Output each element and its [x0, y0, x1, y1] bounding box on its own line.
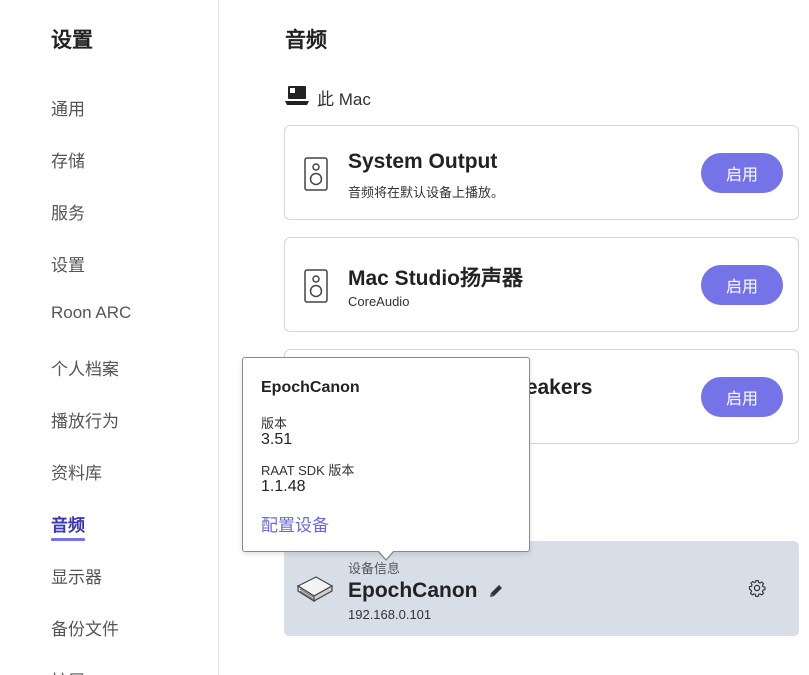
speaker-icon: [304, 157, 328, 196]
device-ip: 192.168.0.101: [348, 607, 432, 622]
enable-button[interactable]: 启用: [701, 265, 783, 305]
configure-device-link[interactable]: 配置设备: [261, 511, 329, 536]
active-tab-underline: [51, 538, 85, 541]
device-info-popover: EpochCanon 版本 3.51 RAAT SDK 版本 1.1.48 配置…: [242, 357, 530, 552]
device-title: System Output: [348, 150, 498, 173]
sidebar-item-audio[interactable]: 音频: [51, 511, 85, 536]
device-subtitle: 音频将在默认设备上播放。: [348, 185, 505, 200]
page-title: 音频: [285, 29, 327, 52]
device-name-text: EpochCanon: [348, 579, 478, 602]
sidebar-item-library[interactable]: 资料库: [51, 459, 102, 484]
enable-button[interactable]: 启用: [701, 377, 783, 417]
sidebar-item-general[interactable]: 通用: [51, 95, 85, 120]
sidebar-item-storage[interactable]: 存储: [51, 147, 85, 172]
popover-arrow-inner: [378, 550, 394, 559]
sidebar-item-profile[interactable]: 个人档案: [51, 355, 119, 380]
device-title: Mac Studio扬声器: [348, 267, 524, 290]
device-card-mac-studio: Mac Studio扬声器 CoreAudio 启用: [284, 237, 799, 332]
sidebar-item-backups[interactable]: 备份文件: [51, 615, 119, 640]
network-device-card[interactable]: 设备信息 EpochCanon 192.168.0.101: [284, 541, 799, 636]
sidebar-item-setup[interactable]: 设置: [51, 251, 85, 276]
section-label: 此 Mac: [317, 89, 371, 109]
version-label: 版本: [261, 416, 288, 431]
gear-icon[interactable]: [748, 579, 766, 597]
sidebar-item-roon-arc[interactable]: Roon ARC: [51, 303, 131, 323]
device-card-system-output: System Output 音频将在默认设备上播放。 启用: [284, 125, 799, 220]
sidebar-item-playback[interactable]: 播放行为: [51, 407, 119, 432]
version-value: 3.51: [261, 431, 293, 448]
popover-title: EpochCanon: [261, 379, 360, 396]
enable-button[interactable]: 启用: [701, 153, 783, 193]
laptop-icon: [285, 84, 309, 111]
sidebar-title: 设置: [51, 29, 93, 52]
pencil-icon[interactable]: [488, 583, 504, 599]
device-icon: [296, 574, 334, 609]
speaker-icon: [304, 269, 328, 308]
section-header-this-mac: 此 Mac: [285, 85, 371, 109]
sidebar: 设置 通用 存储 服务 设置 Roon ARC 个人档案 播放行为 资料库 音频…: [0, 0, 219, 675]
device-subtitle: CoreAudio: [348, 294, 410, 309]
sdk-version-value: 1.1.48: [261, 478, 306, 495]
sidebar-item-displays[interactable]: 显示器: [51, 563, 102, 588]
sdk-version-label: RAAT SDK 版本: [261, 463, 355, 478]
device-name: EpochCanon: [348, 579, 504, 603]
sidebar-item-services[interactable]: 服务: [51, 199, 85, 224]
sidebar-item-extensions[interactable]: 扩展: [51, 667, 85, 675]
